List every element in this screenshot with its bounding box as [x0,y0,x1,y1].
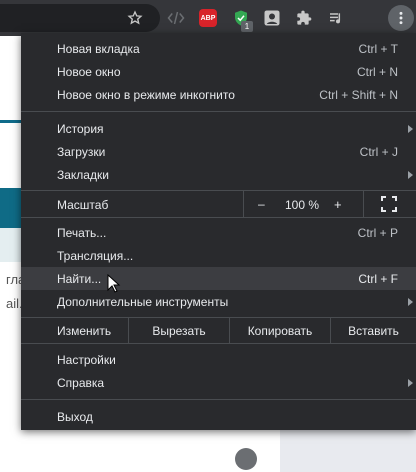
menu-item-label: Выход [57,410,93,424]
zoom-label: Масштаб [57,198,109,212]
browser-toolbar: ABP 1 [0,0,416,36]
zoom-out-button[interactable]: – [258,197,265,211]
zoom-level: 100 % [285,198,320,212]
zoom-in-button[interactable]: + [334,197,342,212]
page-banner [0,188,22,228]
menu-item-more-tools[interactable]: Дополнительные инструменты [21,290,416,313]
menu-item-new-tab[interactable]: Новая вкладка Ctrl + T [21,37,416,60]
page-scroll-button[interactable] [235,448,257,470]
menu-separator [21,217,416,218]
fullscreen-icon[interactable] [381,196,397,212]
menu-item-exit[interactable]: Выход [21,405,416,428]
copy-button[interactable]: Копировать [229,318,330,343]
menu-item-label: Новая вкладка [57,42,140,56]
menu-item-new-window[interactable]: Новое окно Ctrl + N [21,60,416,83]
menu-item-history[interactable]: История [21,117,416,140]
puzzle-icon[interactable] [294,8,314,28]
edit-label: Изменить [57,324,112,338]
menu-separator [21,343,416,344]
submenu-arrow-icon [408,298,413,306]
menu-separator [21,399,416,400]
menu-item-label: Печать... [57,226,107,240]
menu-item-print[interactable]: Печать... Ctrl + P [21,221,416,244]
menu-item-shortcut: Ctrl + N [356,65,398,79]
menu-item-cast[interactable]: Трансляция... [21,244,416,267]
menu-item-label: Закладки [57,168,109,182]
menu-item-shortcut: Ctrl + J [359,145,398,159]
cut-button[interactable]: Вырезать [128,318,229,343]
menu-item-shortcut: Ctrl + P [357,226,398,240]
menu-item-label: Справка [57,376,105,390]
extension-photo-icon[interactable] [262,8,282,28]
mouse-cursor-icon [107,274,121,293]
menu-item-downloads[interactable]: Загрузки Ctrl + J [21,140,416,163]
menu-icon[interactable] [391,8,411,28]
menu-edit-row: Изменить Вырезать Копировать Вставить [21,318,416,343]
menu-item-label: История [57,122,104,136]
menu-item-label: Настройки [57,353,116,367]
menu-zoom-row: Масштаб – 100 % + [21,191,416,217]
menu-item-shortcut: Ctrl + T [358,42,398,56]
menu-item-find[interactable]: Найти... Ctrl + F [21,267,416,290]
page-panel [0,228,22,262]
menu-item-label: Трансляция... [57,249,134,263]
menu-item-label: Новое окно [57,65,121,79]
menu-item-new-incognito-window[interactable]: Новое окно в режиме инкогнито Ctrl + Shi… [21,83,416,106]
menu-item-label: Дополнительные инструменты [57,295,229,309]
paste-button[interactable]: Вставить [330,318,416,343]
menu-item-shortcut: Ctrl + F [358,272,398,286]
star-icon[interactable] [125,8,145,28]
menu-item-label: Новое окно в режиме инкогнито [57,88,235,102]
media-icon[interactable] [326,8,346,28]
chrome-main-menu: Новая вкладка Ctrl + T Новое окно Ctrl +… [21,33,416,430]
adblock-plus-icon[interactable]: ABP [199,9,217,27]
menu-item-label: Загрузки [57,145,106,159]
menu-item-settings[interactable]: Настройки [21,348,416,371]
menu-item-help[interactable]: Справка [21,371,416,394]
submenu-arrow-icon [408,125,413,133]
submenu-arrow-icon [408,171,413,179]
submenu-arrow-icon [408,379,413,387]
menu-item-shortcut: Ctrl + Shift + N [319,88,398,102]
page-sidebar-block [280,430,416,472]
page-accent-line [0,120,22,123]
menu-item-label: Найти... [57,272,102,286]
menu-separator [21,111,416,112]
extension-badge: 1 [241,21,253,32]
menu-item-bookmarks[interactable]: Закладки [21,163,416,186]
code-icon[interactable] [166,8,186,28]
